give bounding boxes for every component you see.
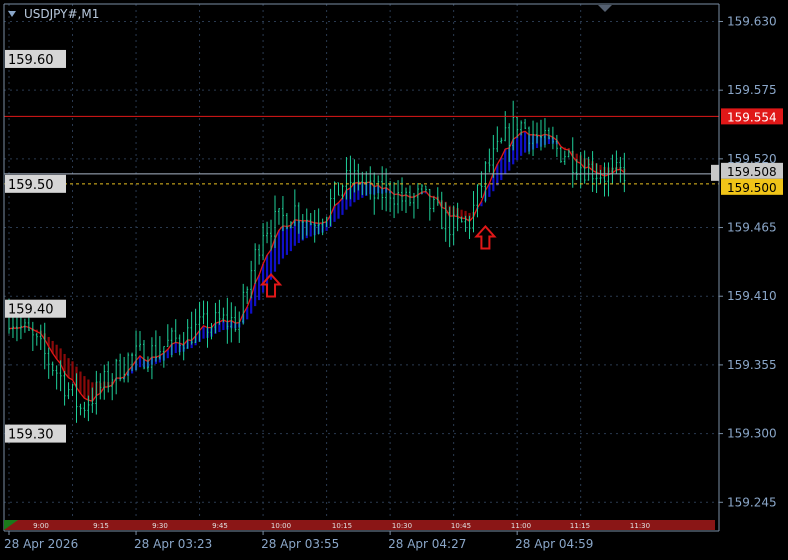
- resistance-price-text: 159.554: [727, 110, 777, 124]
- session-bar: [4, 520, 715, 530]
- chart-canvas[interactable]: 159.630159.575159.520159.465159.410159.3…: [0, 0, 788, 556]
- x-tick-label: 28 Apr 03:23: [134, 537, 212, 551]
- level-label-l3: 159.40: [8, 303, 54, 318]
- bid-price-text: 159.508: [727, 165, 777, 179]
- y-tick-label: 159.410: [727, 289, 777, 303]
- x-tick-label: 28 Apr 04:27: [388, 537, 466, 551]
- level-label-l4: 159.30: [8, 428, 54, 443]
- x-tick-label: 28 Apr 03:55: [261, 537, 339, 551]
- symbol-title: USDJPY#,M1: [24, 7, 99, 21]
- y-tick-label: 159.245: [727, 495, 777, 509]
- session-time-label: 11:00: [511, 522, 531, 530]
- x-tick-label: 28 Apr 2026: [4, 537, 78, 551]
- session-time-label: 10:45: [451, 522, 471, 530]
- session-time-label: 10:15: [332, 522, 352, 530]
- session-time-label: 9:15: [93, 522, 109, 530]
- session-time-label: 10:30: [392, 522, 412, 530]
- y-tick-label: 159.630: [727, 14, 777, 28]
- ask-price-text: 159.500: [727, 181, 777, 195]
- session-time-label: 10:00: [271, 522, 291, 530]
- y-tick-label: 159.355: [727, 358, 777, 372]
- session-time-label: 11:15: [570, 522, 590, 530]
- y-tick-label: 159.575: [727, 83, 777, 97]
- level-label-l2: 159.50: [8, 178, 54, 193]
- session-time-label: 9:45: [212, 522, 228, 530]
- session-time-label: 9:30: [152, 522, 168, 530]
- level-label-l1: 159.60: [8, 53, 54, 68]
- bid-badge-tab: [711, 164, 719, 181]
- y-tick-label: 159.300: [727, 427, 777, 441]
- chart-window[interactable]: 159.630 159.575 159.520 159.465 159.410 159.3…: [0, 0, 788, 556]
- x-tick-label: 28 Apr 04:59: [515, 537, 593, 551]
- session-time-label: 11:30: [630, 522, 650, 530]
- y-tick-label: 159.465: [727, 221, 777, 235]
- session-time-label: 9:00: [33, 522, 49, 530]
